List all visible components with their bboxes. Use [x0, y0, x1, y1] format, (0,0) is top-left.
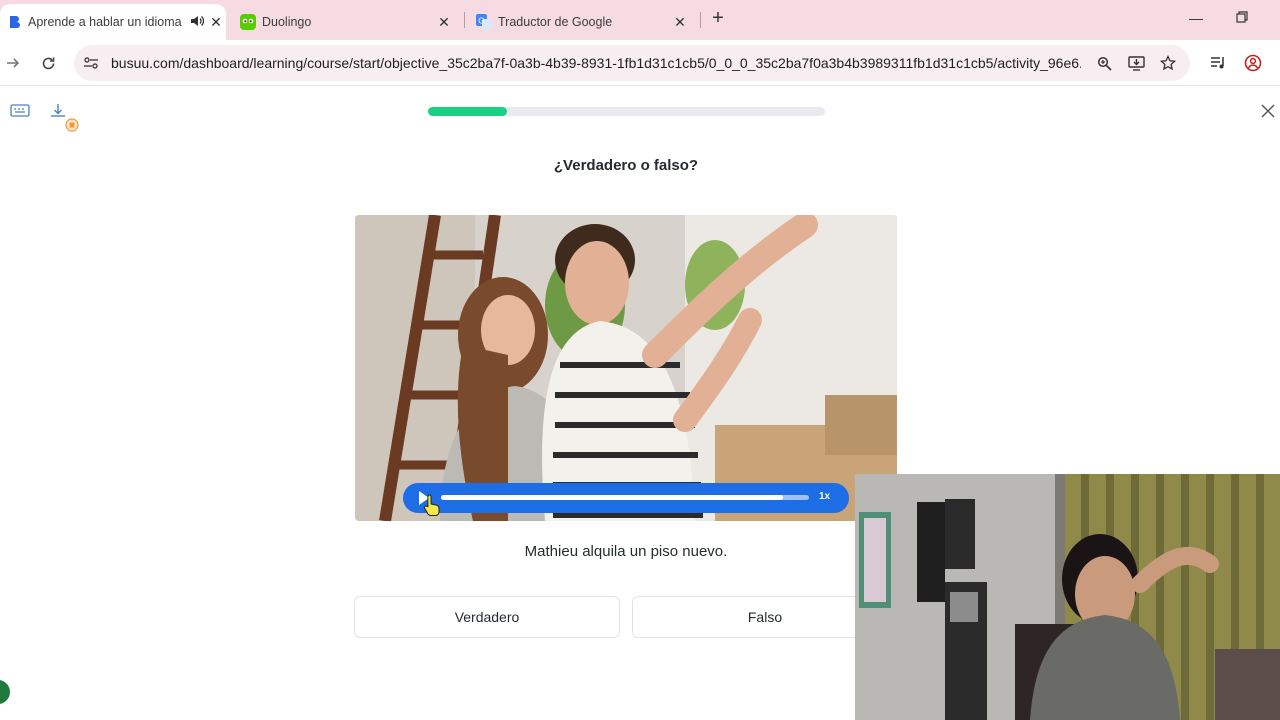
playback-speed-button[interactable]: 1x: [819, 491, 830, 502]
audio-player: 1x: [403, 483, 849, 513]
tab-separator: [464, 12, 465, 28]
google-translate-favicon-icon: G: [476, 14, 492, 30]
close-tab-icon[interactable]: ✕: [206, 14, 226, 31]
tab-separator: [700, 12, 701, 28]
lesson-progress-fill: [428, 107, 508, 116]
zoom-icon[interactable]: [1095, 54, 1113, 72]
address-bar[interactable]: busuu.com/dashboard/learning/course/star…: [74, 45, 1190, 81]
tab-title: Traductor de Google: [498, 15, 613, 29]
svg-text:G: G: [478, 17, 484, 26]
close-tab-icon[interactable]: ✕: [434, 14, 454, 31]
minimize-window-button[interactable]: —: [1186, 10, 1206, 30]
webcam-overlay: [855, 474, 1280, 720]
browser-toolbar: busuu.com/dashboard/learning/course/star…: [0, 40, 1280, 86]
tab-busuu[interactable]: Aprende a hablar un idioma ✕: [0, 4, 226, 40]
busuu-favicon-icon: [6, 14, 22, 30]
audio-seek-fill: [441, 495, 784, 500]
lesson-photo: [355, 215, 897, 521]
media-control-icon[interactable]: [1207, 52, 1229, 74]
tab-bar: Aprende a hablar un idioma ✕ Duolingo ✕ …: [0, 0, 1280, 40]
help-chat-icon[interactable]: [0, 680, 10, 704]
install-app-icon[interactable]: [1127, 54, 1145, 72]
bookmark-star-icon[interactable]: [1159, 54, 1177, 72]
speaker-icon[interactable]: [188, 15, 206, 30]
close-tab-icon[interactable]: ✕: [670, 14, 690, 31]
audio-seek-bar[interactable]: [441, 495, 809, 500]
true-answer-button[interactable]: Verdadero: [354, 596, 620, 638]
reload-icon[interactable]: [37, 52, 59, 74]
duolingo-favicon-icon: [240, 14, 256, 30]
new-tab-button[interactable]: +: [708, 8, 728, 29]
mouse-cursor-icon: [423, 494, 441, 516]
close-lesson-icon[interactable]: [1260, 103, 1278, 121]
lesson-progress-bar: [428, 107, 825, 116]
tab-title: Duolingo: [262, 15, 312, 29]
forward-icon[interactable]: [2, 52, 24, 74]
site-info-icon[interactable]: [82, 54, 100, 72]
tab-duolingo[interactable]: Duolingo ✕: [236, 4, 462, 40]
question-title: ¿Verdadero o falso?: [553, 157, 699, 174]
tab-google-translate[interactable]: G Traductor de Google ✕: [472, 4, 698, 40]
url-text[interactable]: busuu.com/dashboard/learning/course/star…: [111, 55, 1081, 71]
profile-icon[interactable]: [1242, 52, 1264, 74]
keyboard-icon[interactable]: [10, 102, 32, 124]
restore-window-button[interactable]: [1232, 10, 1252, 30]
tab-title: Aprende a hablar un idioma: [28, 15, 182, 29]
download-icon[interactable]: [49, 102, 83, 136]
